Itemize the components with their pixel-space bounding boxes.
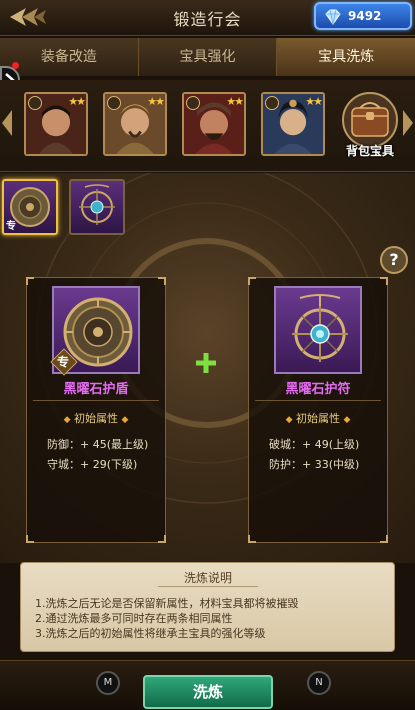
top-bar: 锻造行会 9492: [0, 0, 415, 36]
tab-treasure-refine[interactable]: 宝具洗炼: [277, 38, 415, 76]
main-item-slot[interactable]: 专: [50, 286, 140, 376]
star-rating: ★★: [68, 95, 86, 108]
diamond-bullet-icon: ◆: [63, 415, 71, 425]
exclusive-tag: 专: [6, 221, 16, 232]
divider: [33, 400, 159, 401]
tab-treasure-enhance[interactable]: 宝具强化: [138, 38, 278, 76]
material-item-slot[interactable]: [274, 286, 362, 374]
material-item-name: 黑曜石护符: [285, 382, 351, 397]
bag-icon: [342, 92, 398, 148]
amulet-icon: [79, 184, 115, 225]
plus-icon: [196, 353, 216, 373]
rank-badge-icon: [265, 96, 279, 110]
main-item-name: 黑曜石护盾: [63, 382, 129, 397]
attr-title-text: 初始属性: [296, 412, 340, 425]
main-attr-line: 守城：+ 29(下级): [47, 458, 138, 471]
explanation-line: 1.洗炼之后无论是否保留新属性，材料宝具都将被摧毁: [35, 597, 299, 610]
hero-card[interactable]: ★★: [103, 92, 167, 156]
exclusive-tag: 专: [57, 355, 70, 369]
refine-workspace: 专 ? 专 黑曜石护盾 ◆ 初始属性 ◆ 防御：+ 45(最上级) 守城：+ 2…: [0, 173, 415, 563]
diamond-bullet-icon: ◆: [121, 415, 129, 425]
material-item-thumb[interactable]: [69, 179, 125, 235]
attr-title-text: 初始属性: [74, 412, 118, 425]
hero-card[interactable]: ★★: [261, 92, 325, 156]
rank-badge-icon: [28, 96, 42, 110]
star-rating: ★★: [147, 95, 165, 108]
rank-badge-icon: [186, 96, 200, 110]
material-attr-line: 防护：+ 33(中级): [269, 458, 360, 471]
main-item-panel: 专 黑曜石护盾 ◆ 初始属性 ◆ 防御：+ 45(最上级) 守城：+ 29(下级…: [26, 277, 166, 543]
bag-button-label: 背包宝具: [345, 144, 394, 158]
divider: [255, 400, 381, 401]
notification-dot: [12, 62, 19, 69]
explanation-line: 3.洗炼之后的初始属性将继承主宝具的强化等级: [35, 627, 266, 640]
amulet-icon: [292, 294, 348, 362]
star-rating: ★★: [305, 95, 323, 108]
material-attr-line: 破城：+ 49(上级): [269, 438, 360, 451]
scroll-right-icon[interactable]: [401, 108, 415, 138]
diamond-bullet-icon: ◆: [285, 415, 293, 425]
diamond-icon: [325, 9, 341, 25]
selected-main-item-thumb[interactable]: 专: [2, 179, 58, 235]
rank-badge-icon: [107, 96, 121, 110]
backpack-treasure-button[interactable]: 背包宝具: [338, 92, 402, 158]
scroll-left-icon[interactable]: [0, 108, 14, 138]
main-attr-line: 防御：+ 45(最上级): [47, 438, 149, 451]
refine-button[interactable]: 洗炼: [143, 675, 273, 709]
n-button[interactable]: N: [307, 671, 331, 695]
material-item-panel: 黑曜石护符 ◆ 初始属性 ◆ 破城：+ 49(上级) 防护：+ 33(中级): [248, 277, 388, 543]
main-attr-title: ◆ 初始属性 ◆: [27, 410, 165, 426]
diamond-bullet-icon: ◆: [343, 415, 351, 425]
hero-card[interactable]: ★★: [182, 92, 246, 156]
help-button[interactable]: ?: [380, 246, 408, 274]
explanation-title: 洗炼说明: [158, 569, 258, 587]
material-attr-title: ◆ 初始属性 ◆: [249, 410, 387, 426]
tab-equipment-modify[interactable]: 装备改造: [0, 38, 139, 76]
refine-explanation-box: 洗炼说明 1.洗炼之后无论是否保留新属性，材料宝具都将被摧毁 2.通过洗炼最多可…: [20, 562, 395, 652]
currency-amount: 9492: [348, 9, 382, 23]
m-button[interactable]: M: [96, 671, 120, 695]
hero-card[interactable]: ★★: [24, 92, 88, 156]
bottom-action-bar: M 洗炼 N: [0, 660, 415, 710]
tab-bar: 装备改造 宝具强化 宝具洗炼: [0, 38, 415, 76]
star-rating: ★★: [226, 95, 244, 108]
explanation-line: 2.通过洗炼最多可同时存在两条相同属性: [35, 612, 233, 625]
hero-selector: ★★ ★★ ★★ ★★ 背包宝具: [0, 80, 415, 172]
currency-display[interactable]: 9492: [314, 2, 412, 30]
